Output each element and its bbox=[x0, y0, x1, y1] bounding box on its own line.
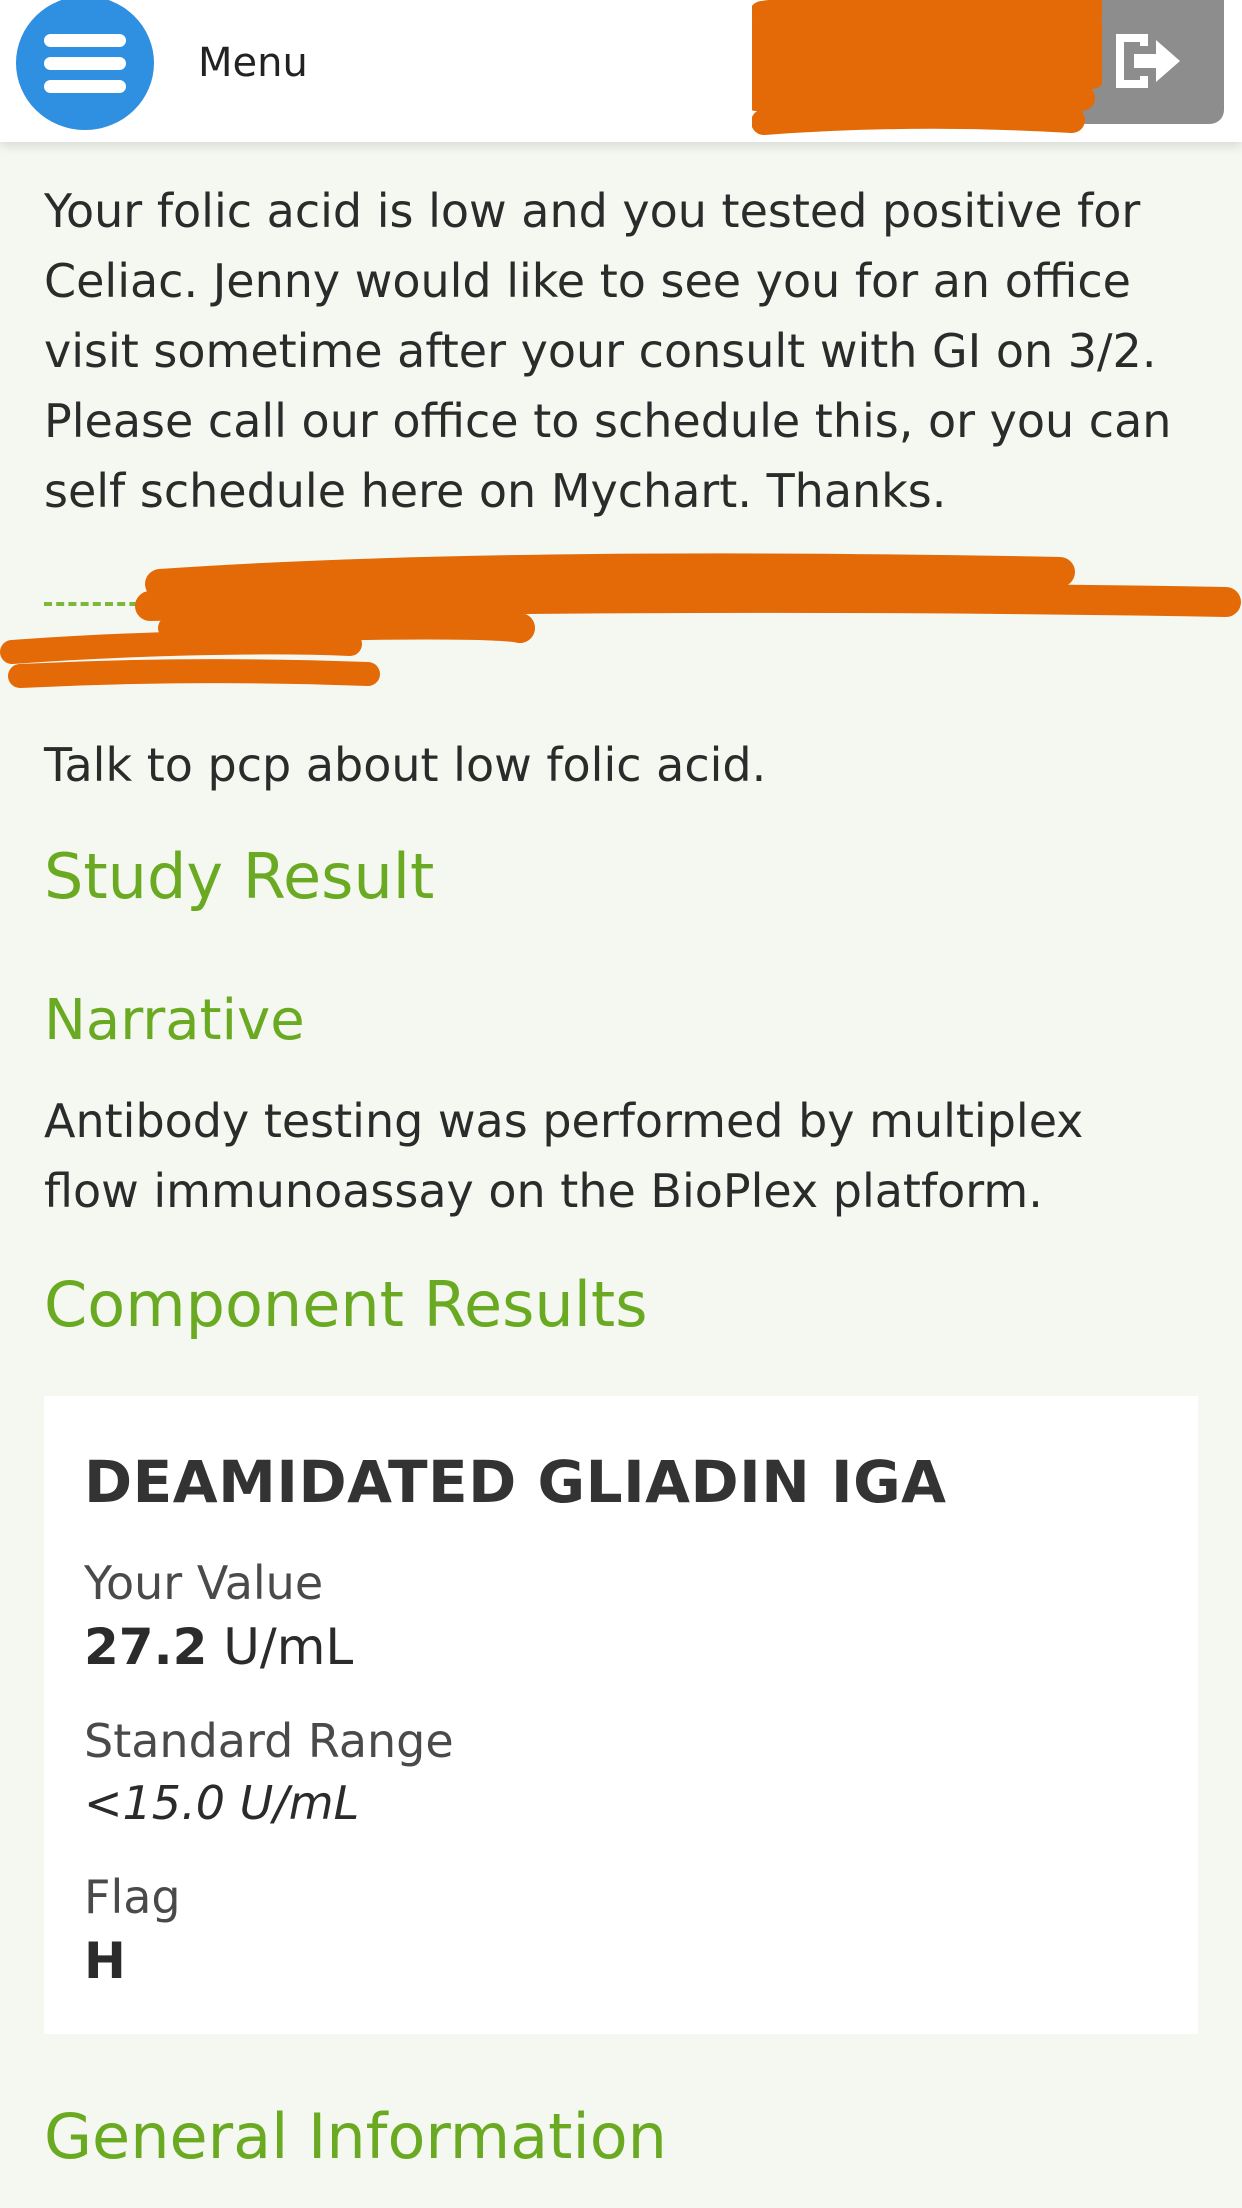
narrative-text: Antibody testing was performed by multip… bbox=[44, 1094, 1084, 1218]
component-results-heading: Component Results bbox=[44, 1268, 648, 1341]
menu-bar-line bbox=[44, 57, 126, 70]
redaction-scribble bbox=[0, 553, 1241, 688]
mychart-result-page: Menu Your folic acid is low and you test… bbox=[0, 0, 1242, 2208]
value-unit: U/mL bbox=[223, 1618, 354, 1676]
redaction-scribble bbox=[752, 0, 1102, 135]
flag-label: Flag bbox=[84, 1870, 181, 1924]
result-note: Talk to pcp about low folic acid. bbox=[44, 738, 767, 792]
flag-value: H bbox=[84, 1932, 126, 1990]
component-result-card: DEAMIDATED GLIADIN IGA Your Value 27.2 U… bbox=[44, 1396, 1198, 2034]
top-bar: Menu bbox=[0, 0, 1242, 142]
menu-label[interactable]: Menu bbox=[198, 40, 308, 86]
general-information-heading: General Information bbox=[44, 2100, 667, 2173]
standard-range-label: Standard Range bbox=[84, 1714, 454, 1768]
message-separator bbox=[0, 540, 1242, 720]
your-value-label: Your Value bbox=[84, 1556, 324, 1610]
standard-range-value: <15.0 U/mL bbox=[84, 1776, 360, 1830]
your-value: 27.2 U/mL bbox=[84, 1618, 353, 1676]
logout-icon bbox=[1116, 34, 1180, 88]
menu-bar-line bbox=[44, 34, 126, 47]
provider-message: Your folic acid is low and you tested po… bbox=[44, 184, 1172, 518]
narrative-heading: Narrative bbox=[44, 988, 305, 1053]
component-name: DEAMIDATED GLIADIN IGA bbox=[84, 1448, 947, 1516]
message-section: Your folic acid is low and you tested po… bbox=[44, 176, 1204, 526]
menu-icon[interactable] bbox=[16, 0, 154, 130]
value-number: 27.2 bbox=[84, 1618, 208, 1676]
study-result-heading: Study Result bbox=[44, 840, 435, 913]
menu-bar-line bbox=[44, 80, 126, 93]
